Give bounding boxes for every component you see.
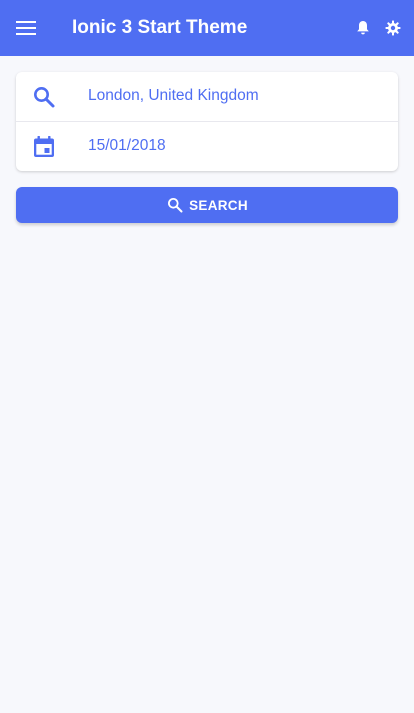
app-header: Ionic 3 Start Theme [0,0,414,56]
date-calendar-icon-wrap [30,134,58,160]
date-field[interactable]: 15/01/2018 [16,122,398,171]
settings-button[interactable] [383,18,403,38]
search-icon [34,87,55,108]
location-value: London, United Kingdom [88,87,259,104]
page-title: Ionic 3 Start Theme [72,17,248,38]
menu-icon [16,21,36,35]
location-search-icon-wrap [30,84,58,110]
notifications-button[interactable] [353,18,373,38]
bell-icon [357,21,369,35]
search-form-card: London, United Kingdom 15/01/2018 [16,72,398,171]
gear-icon [385,20,401,36]
search-button-icon-wrap [166,196,184,214]
search-icon [168,198,183,213]
date-value: 15/01/2018 [88,137,166,154]
search-button[interactable]: SEARCH [16,187,398,223]
menu-button[interactable] [16,14,48,42]
calendar-icon [34,136,54,157]
search-button-label: SEARCH [189,197,248,213]
location-field[interactable]: London, United Kingdom [16,72,398,122]
